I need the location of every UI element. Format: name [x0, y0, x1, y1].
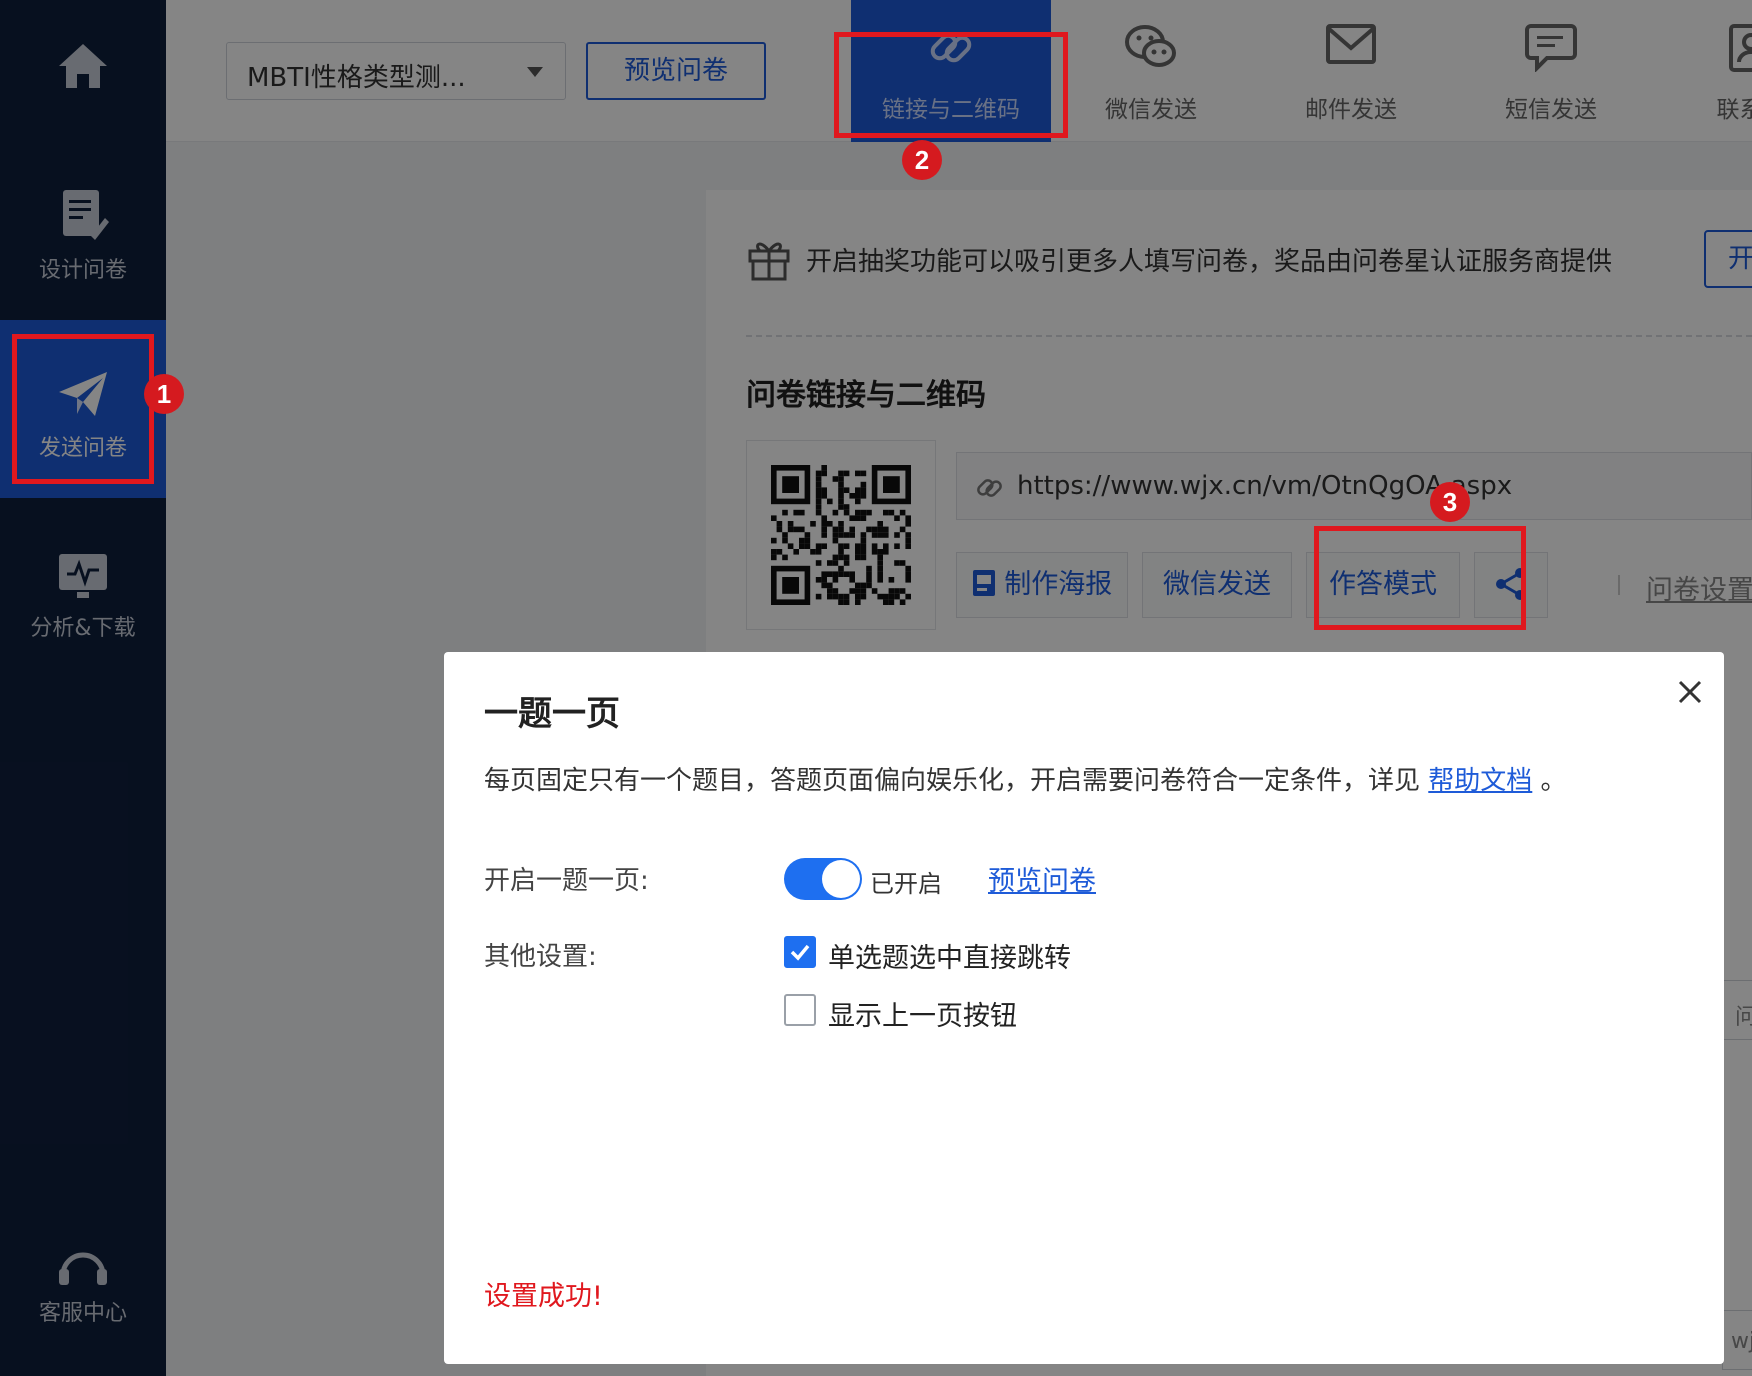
description-suffix: 。 [1532, 766, 1567, 796]
auto-jump-checkbox[interactable] [784, 936, 816, 968]
description-text: 每页固定只有一个题目，答题页面偏向娱乐化，开启需要问卷符合一定条件，详见 [484, 766, 1429, 796]
preview-survey-link[interactable]: 预览问卷 [988, 859, 1096, 898]
close-icon[interactable] [1672, 674, 1708, 710]
annotation-box-1 [12, 334, 154, 484]
toggle-state-text: 已开启 [870, 870, 942, 898]
show-prev-button-label[interactable]: 显示上一页按钮 [828, 994, 1017, 1033]
success-message: 设置成功! [484, 1281, 603, 1312]
annotation-badge-3: 3 [1430, 482, 1470, 522]
annotation-badge-1: 1 [144, 374, 184, 414]
auto-jump-label[interactable]: 单选题选中直接跳转 [828, 936, 1071, 975]
show-prev-button-checkbox[interactable] [784, 994, 816, 1026]
annotation-box-2 [834, 32, 1068, 138]
check-icon [790, 944, 810, 961]
other-settings-label: 其他设置: [484, 942, 597, 972]
help-doc-link[interactable]: 帮助文档 [1428, 766, 1532, 796]
dialog-title: 一题一页 [484, 694, 620, 734]
toggle-knob [822, 860, 860, 898]
annotation-badge-2: 2 [902, 140, 942, 180]
annotation-box-3 [1314, 526, 1526, 630]
dialog-description: 每页固定只有一个题目，答题页面偏向娱乐化，开启需要问卷符合一定条件，详见 帮助文… [484, 760, 1567, 797]
one-question-per-page-dialog: 一题一页 每页固定只有一个题目，答题页面偏向娱乐化，开启需要问卷符合一定条件，详… [444, 652, 1724, 1364]
toggle-row-label: 开启一题一页: [484, 866, 649, 896]
one-per-page-toggle[interactable] [784, 858, 862, 900]
